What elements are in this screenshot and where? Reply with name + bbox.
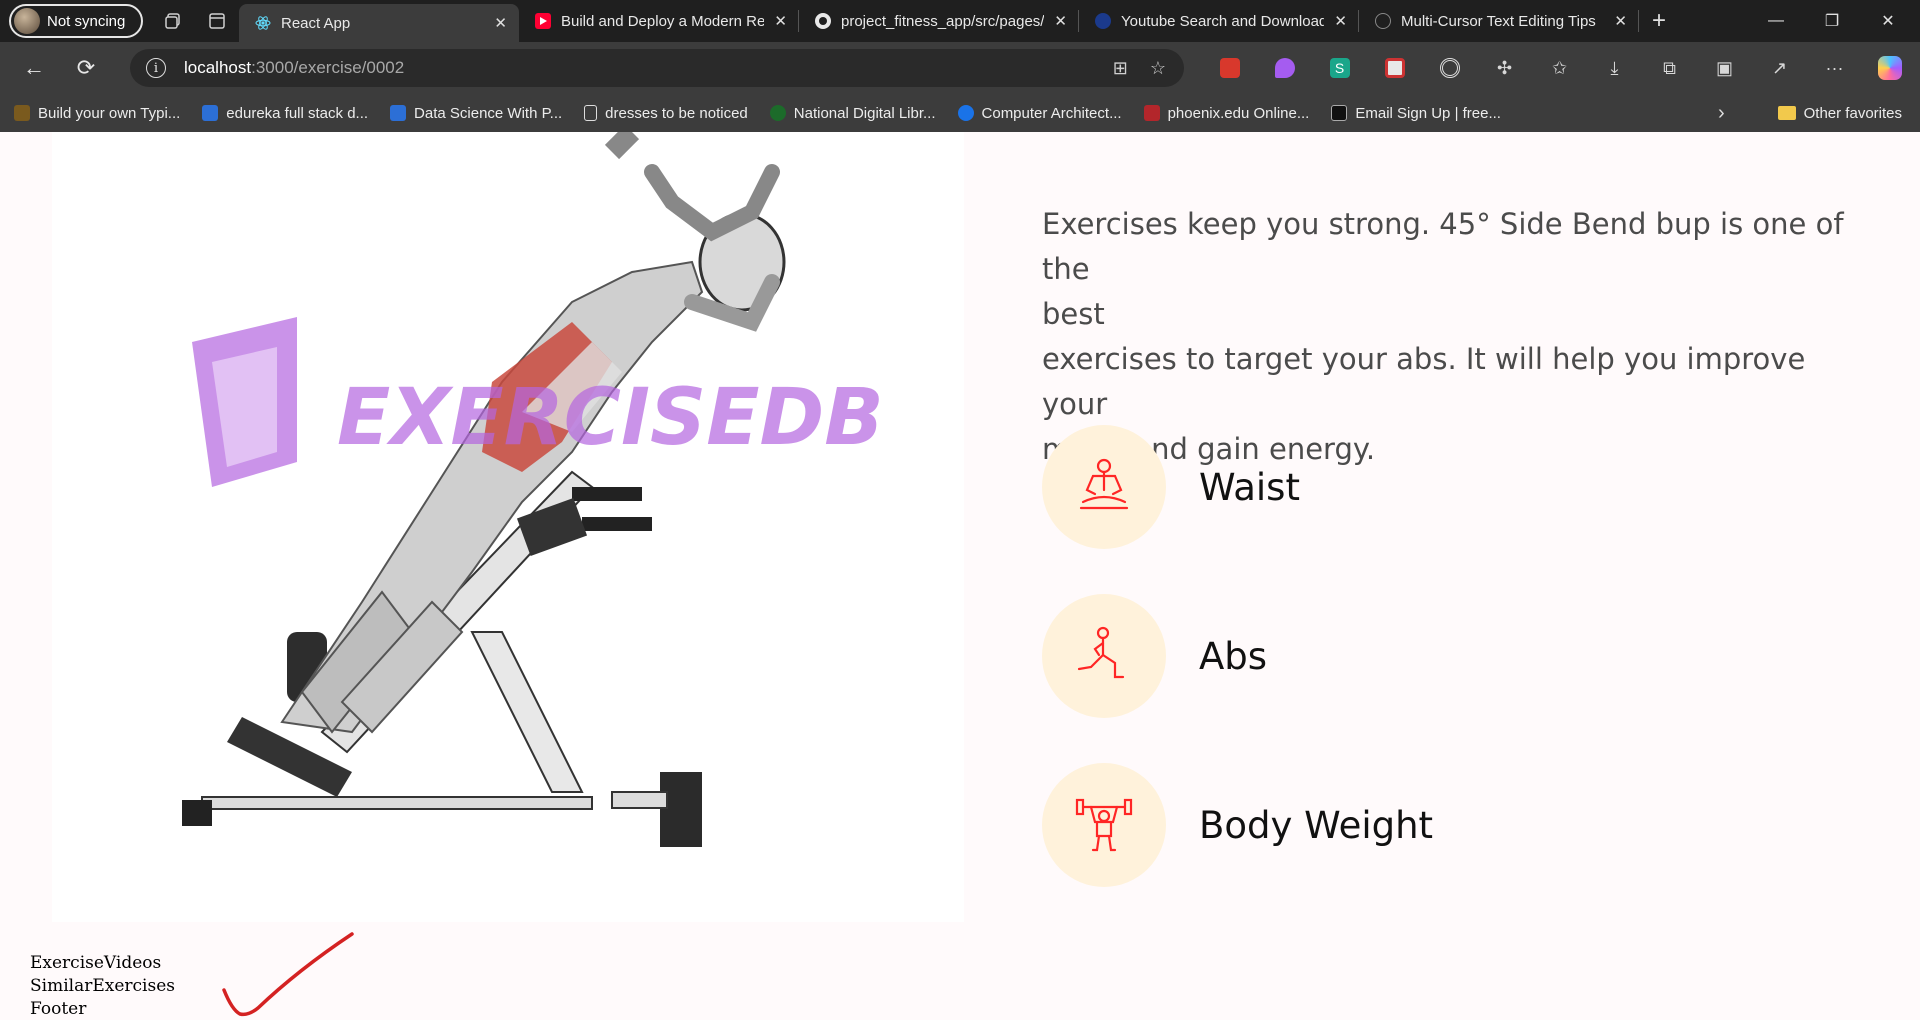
new-tab-button[interactable]: + <box>1639 0 1679 42</box>
chevron-right-icon[interactable]: › <box>1718 94 1725 132</box>
similar-exercises-placeholder: SimilarExercises <box>30 976 175 996</box>
bookmark-item[interactable]: Email Sign Up | free... <box>1331 105 1501 122</box>
tab-multicursor[interactable]: Multi-Cursor Text Editing Tips ✕ <box>1359 0 1639 42</box>
youtube-icon <box>535 13 551 29</box>
tab-github[interactable]: project_fitness_app/src/pages/ ✕ <box>799 0 1079 42</box>
bookmark-item[interactable]: edureka full stack d... <box>202 105 368 122</box>
address-bar[interactable]: i localhost:3000/exercise/0002 ⊞ ☆ <box>130 49 1184 87</box>
refresh-icon[interactable]: ⟳ <box>60 42 112 94</box>
app-available-icon[interactable]: ⊞ <box>1113 58 1128 79</box>
lunge-icon <box>1077 626 1125 679</box>
svg-text:EXERCISEDB: EXERCISEDB <box>337 373 884 463</box>
workspaces-icon[interactable] <box>151 0 195 42</box>
url-path: :3000/exercise/0002 <box>251 58 405 77</box>
close-tab-icon[interactable]: ✕ <box>494 14 507 32</box>
bookmarks-bar: Build your own Typi... edureka full stac… <box>0 94 1920 132</box>
share-icon[interactable]: ↗ <box>1752 42 1807 94</box>
weightlifter-icon <box>1075 798 1133 852</box>
rapidapi-icon <box>1095 13 1111 29</box>
page-icon <box>584 105 598 121</box>
other-favorites[interactable]: Other favorites <box>1777 94 1902 132</box>
bookmark-item[interactable]: dresses to be noticed <box>584 105 748 122</box>
bookmark-favicon-icon <box>390 105 407 121</box>
description-line: best <box>1042 297 1105 331</box>
tab-title: React App <box>281 14 351 32</box>
chatgpt-icon <box>1375 13 1391 29</box>
tab-title: project_fitness_app/src/pages/ <box>841 12 1045 30</box>
address-bar-row: ← ⟳ i localhost:3000/exercise/0002 ⊞ ☆ S… <box>0 42 1920 94</box>
bookmark-item[interactable]: Build your own Typi... <box>14 105 180 122</box>
github-icon <box>815 13 831 29</box>
bookmark-favicon-icon <box>202 105 219 121</box>
tab-title: Build and Deploy a Modern Re <box>561 12 765 30</box>
url-host: localhost <box>184 58 252 77</box>
exercise-videos-placeholder: ExerciseVideos <box>30 953 162 973</box>
detail-name: Waist <box>1199 465 1300 509</box>
react-icon <box>255 15 271 31</box>
favorites-icon[interactable]: ✩ <box>1532 42 1587 94</box>
tab-title: Multi-Cursor Text Editing Tips <box>1401 12 1596 30</box>
downloads-icon[interactable]: ⤓ <box>1587 42 1642 94</box>
bookmark-item[interactable]: National Digital Libr... <box>769 105 936 122</box>
exercise-gif: EXERCISEDB <box>52 132 964 922</box>
back-icon[interactable]: ← <box>8 42 60 94</box>
extensions-puzzle-icon[interactable]: ✣ <box>1477 42 1532 94</box>
vertical-tabs-icon[interactable] <box>195 0 239 42</box>
bookmark-favicon-icon <box>1331 105 1348 121</box>
tab-react-app[interactable]: React App ✕ <box>239 4 519 42</box>
site-info-icon[interactable]: i <box>146 58 166 78</box>
footer-placeholder: Footer <box>30 999 87 1019</box>
detail-abs: Abs <box>1042 594 1267 718</box>
detail-name: Body Weight <box>1199 803 1434 847</box>
bookmark-item[interactable]: Computer Architect... <box>957 105 1122 122</box>
detail-name: Abs <box>1199 634 1268 678</box>
extension-s-icon[interactable]: S <box>1312 42 1367 94</box>
bookmark-favicon-icon <box>14 105 30 121</box>
profile-label: Not syncing <box>47 12 126 30</box>
page-content: EXERCISEDB Exercises keep you strong. 45… <box>0 132 1920 1020</box>
close-tab-icon[interactable]: ✕ <box>774 12 787 30</box>
close-tab-icon[interactable]: ✕ <box>1054 12 1067 30</box>
detail-icon-circle[interactable] <box>1042 425 1166 549</box>
screenshot-icon[interactable]: ⧉ <box>1642 42 1697 94</box>
exercise-illustration: EXERCISEDB <box>182 132 884 847</box>
extension-target-icon[interactable] <box>1422 42 1477 94</box>
extension-red-icon[interactable] <box>1202 42 1257 94</box>
favorite-star-icon[interactable]: ☆ <box>1150 58 1166 79</box>
tab-youtube-search[interactable]: Youtube Search and Download ✕ <box>1079 0 1359 42</box>
restore-icon[interactable]: ❐ <box>1804 0 1860 42</box>
bookmark-favicon-icon <box>769 105 786 121</box>
folder-icon <box>1777 106 1796 120</box>
detail-icon-circle[interactable] <box>1042 763 1166 887</box>
bookmark-favicon-icon <box>1143 105 1160 121</box>
more-menu-icon[interactable]: ··· <box>1807 42 1862 94</box>
minimize-icon[interactable]: — <box>1748 0 1804 42</box>
copilot-icon[interactable] <box>1862 42 1917 94</box>
profile-button[interactable]: Not syncing <box>9 4 143 38</box>
detail-body-weight: Body Weight <box>1042 763 1433 887</box>
detail-waist: Waist <box>1042 425 1300 549</box>
avatar <box>14 8 40 34</box>
meditation-icon <box>1079 458 1129 510</box>
description-line: exercises to target your abs. It will he… <box>1042 342 1806 421</box>
detail-icon-circle[interactable] <box>1042 594 1166 718</box>
checkmark-annotation-icon <box>222 932 354 1017</box>
close-tab-icon[interactable]: ✕ <box>1614 12 1627 30</box>
bookmark-favicon-icon <box>957 105 974 121</box>
extension-purple-icon[interactable] <box>1257 42 1312 94</box>
description-line: Exercises keep you strong. 45° Side Bend… <box>1042 207 1844 286</box>
tab-strip: Not syncing React App ✕ Build and Deploy… <box>0 0 1920 42</box>
collections-icon[interactable]: ▣ <box>1697 42 1752 94</box>
extension-grid-icon[interactable] <box>1367 42 1422 94</box>
bookmark-item[interactable]: phoenix.edu Online... <box>1143 105 1309 122</box>
bookmark-item[interactable]: Data Science With P... <box>390 105 562 122</box>
tab-youtube[interactable]: Build and Deploy a Modern Re ✕ <box>519 0 799 42</box>
tab-title: Youtube Search and Download <box>1121 12 1325 30</box>
close-window-icon[interactable]: ✕ <box>1860 0 1916 42</box>
close-tab-icon[interactable]: ✕ <box>1334 12 1347 30</box>
